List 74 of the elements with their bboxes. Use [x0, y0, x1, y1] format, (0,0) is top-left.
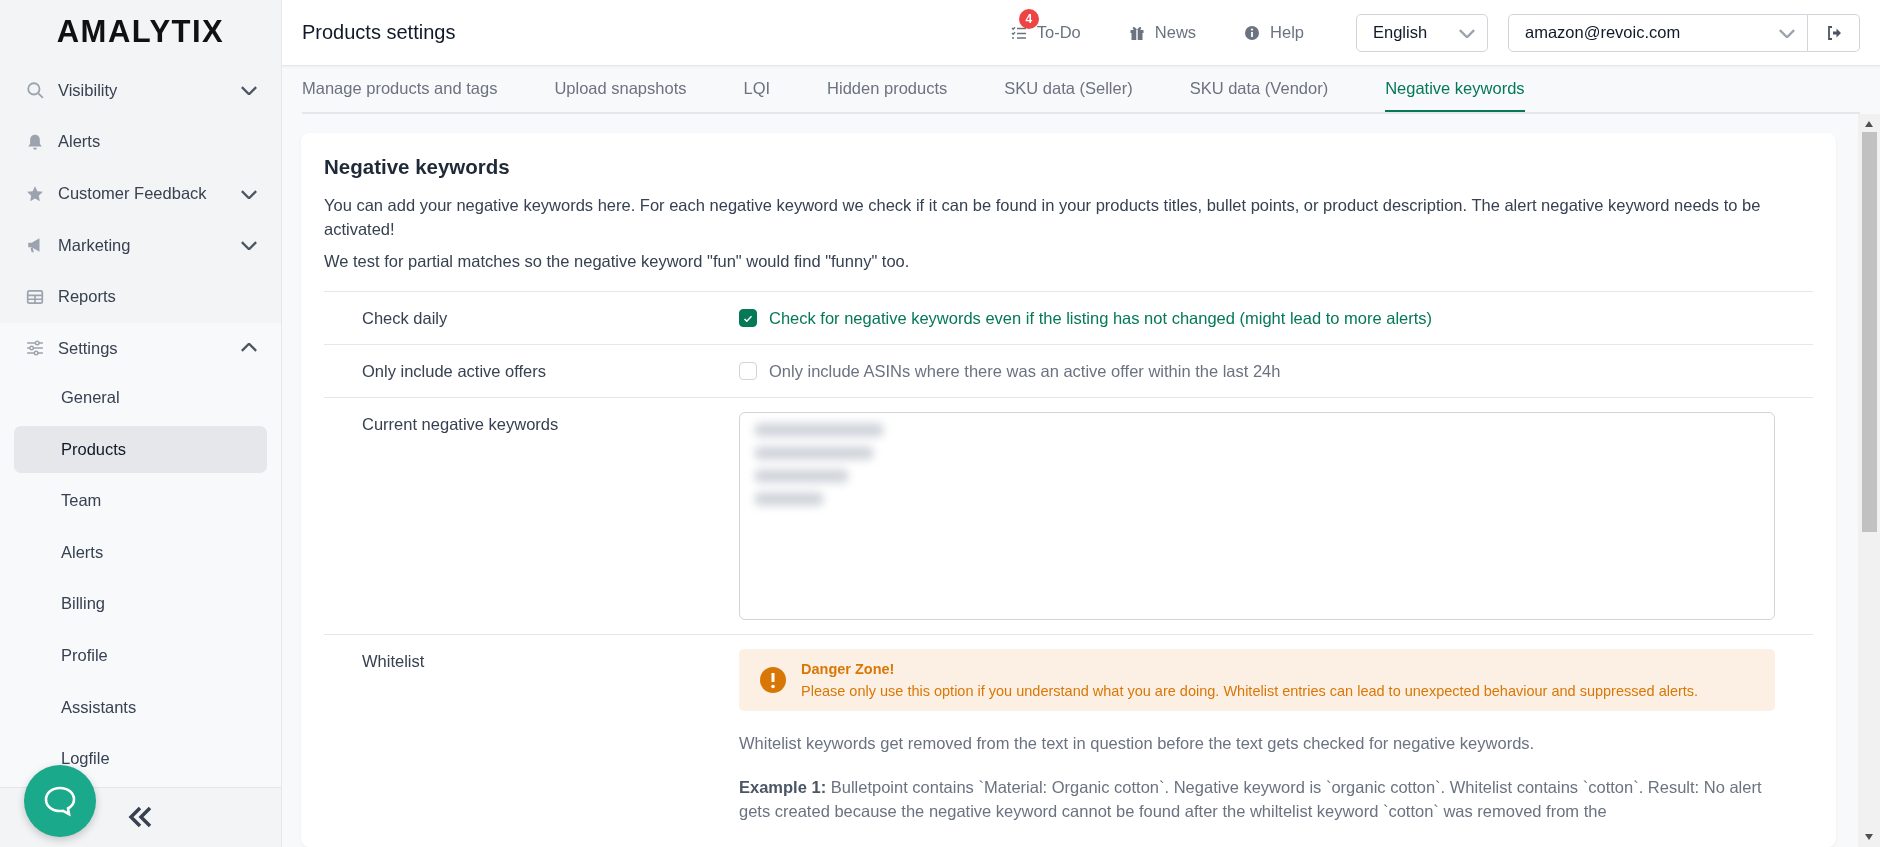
description-text: You can add your negative keywords here. For each negative keyword we check if it can be found in your products titles, bullet points, or product description. The alert negative keyword needs to be activated!	[324, 195, 1762, 240]
sliders-icon	[26, 339, 44, 358]
scroll-down-icon[interactable]	[1864, 833, 1874, 841]
field-label: Only include active offers	[362, 361, 548, 382]
sidebar-item[interactable]: Alerts	[0, 116, 281, 168]
sidebar-subitem[interactable]: Billing	[14, 580, 267, 628]
table-icon	[26, 287, 44, 306]
checkbox[interactable]	[739, 309, 757, 327]
sidebar-label: Marketing	[58, 235, 132, 255]
chevron-up-icon[interactable]	[241, 343, 257, 354]
checklist-icon	[1010, 24, 1027, 41]
chevron-down-icon[interactable]	[241, 85, 257, 96]
sidebar-item[interactable]: Settings	[0, 322, 281, 375]
sidebar-label: Visibility	[58, 80, 119, 100]
tab[interactable]: Negative keywords	[1385, 66, 1525, 112]
scroll-up-icon[interactable]	[1864, 120, 1874, 128]
sidebar-subitem[interactable]: Products	[14, 425, 267, 473]
chat-button[interactable]	[24, 765, 96, 837]
chevron-down-icon	[1779, 27, 1795, 38]
logout-button[interactable]	[1808, 13, 1860, 52]
sidebar-subitem[interactable]: Logfile	[14, 735, 267, 783]
nav-link[interactable]: News	[1128, 23, 1197, 42]
language-select[interactable]: English	[1356, 13, 1488, 52]
page-title: Products settings	[302, 21, 457, 44]
nav-link[interactable]: Help	[1244, 23, 1304, 42]
collapse-icon[interactable]	[126, 805, 154, 830]
example-text: Example 1: Bulletpoint contains `Material: Organic cotton`. Negative keyword is `organic cotton`. Whitelist contains `cotton`. Result: No alert gets created because the negative keyword cannot be found after the whiltelist keyword `cotton` was removed from the	[739, 777, 1763, 822]
keywords-field[interactable]	[739, 412, 1775, 620]
check-icon	[744, 314, 752, 322]
sidebar-subitem[interactable]: Profile	[14, 632, 267, 680]
field-label: Whitelist	[362, 651, 426, 672]
sidebar-subitem[interactable]: Alerts	[14, 528, 267, 576]
search-icon	[26, 81, 44, 100]
sidebar-label: Reports	[58, 287, 117, 307]
sidebar-subitem[interactable]: Assistants	[14, 683, 267, 731]
sidebar-item[interactable]: Marketing	[0, 219, 281, 271]
exclamation-icon	[759, 666, 787, 694]
scrollbar[interactable]	[1858, 114, 1880, 847]
logout-icon	[1825, 24, 1842, 41]
whitelist-description: Whitelist keywords get removed from the text in question before the text gets checked for negative keywords.	[739, 733, 1536, 754]
field-label: Current negative keywords	[362, 414, 560, 435]
blurred-text	[754, 492, 824, 506]
description-text: We test for partial matches so the negative keyword "fun" would find "funny" too.	[324, 251, 911, 272]
checkbox-label: Only include ASINs where there was an active offer within the last 24h	[769, 361, 1281, 382]
info-icon	[1244, 24, 1261, 41]
sidebar-subitem[interactable]: General	[14, 374, 267, 422]
bell-icon	[26, 132, 44, 151]
gift-icon	[1128, 24, 1145, 41]
tab[interactable]: Hidden products	[827, 66, 948, 112]
star-icon	[26, 184, 44, 203]
tab[interactable]: LQI	[743, 66, 771, 112]
chevron-down-icon	[1459, 27, 1475, 38]
chevron-down-icon[interactable]	[241, 240, 257, 251]
alert-text: Please only use this option if you understand what you are doing. Whitelist entries can lead to unexpected behaviour and suppressed alerts.	[801, 683, 1699, 699]
sidebar-item[interactable]: Reports	[0, 270, 281, 323]
logo: AMALYTIX	[0, 0, 281, 65]
sidebar-label: Customer Feedback	[58, 184, 208, 203]
sidebar-item[interactable]: Visibility	[0, 64, 281, 117]
field-label: Check daily	[362, 308, 449, 329]
tab[interactable]: Manage products and tags	[302, 66, 498, 112]
checkbox-label: Check for negative keywords even if the listing has not changed (might lead to more alerts)	[769, 308, 1433, 329]
chevron-down-icon[interactable]	[241, 188, 257, 199]
sidebar-item[interactable]: Customer Feedback	[0, 167, 281, 220]
sidebar-subitem[interactable]: Team	[14, 477, 267, 525]
sidebar-label: Alerts	[58, 132, 102, 152]
tab[interactable]: Upload snapshots	[554, 66, 687, 112]
count-badge: 4	[1018, 9, 1039, 29]
speech-bubble-icon	[43, 785, 77, 817]
tab[interactable]: SKU data (Vendor)	[1189, 66, 1329, 112]
tab[interactable]: SKU data (Seller)	[1004, 66, 1133, 112]
sidebar-label: Settings	[58, 338, 119, 358]
card-title: Negative keywords	[324, 155, 511, 179]
account-select[interactable]: amazon@revoic.com	[1508, 13, 1808, 52]
alert-title: Danger Zone!	[801, 661, 896, 677]
